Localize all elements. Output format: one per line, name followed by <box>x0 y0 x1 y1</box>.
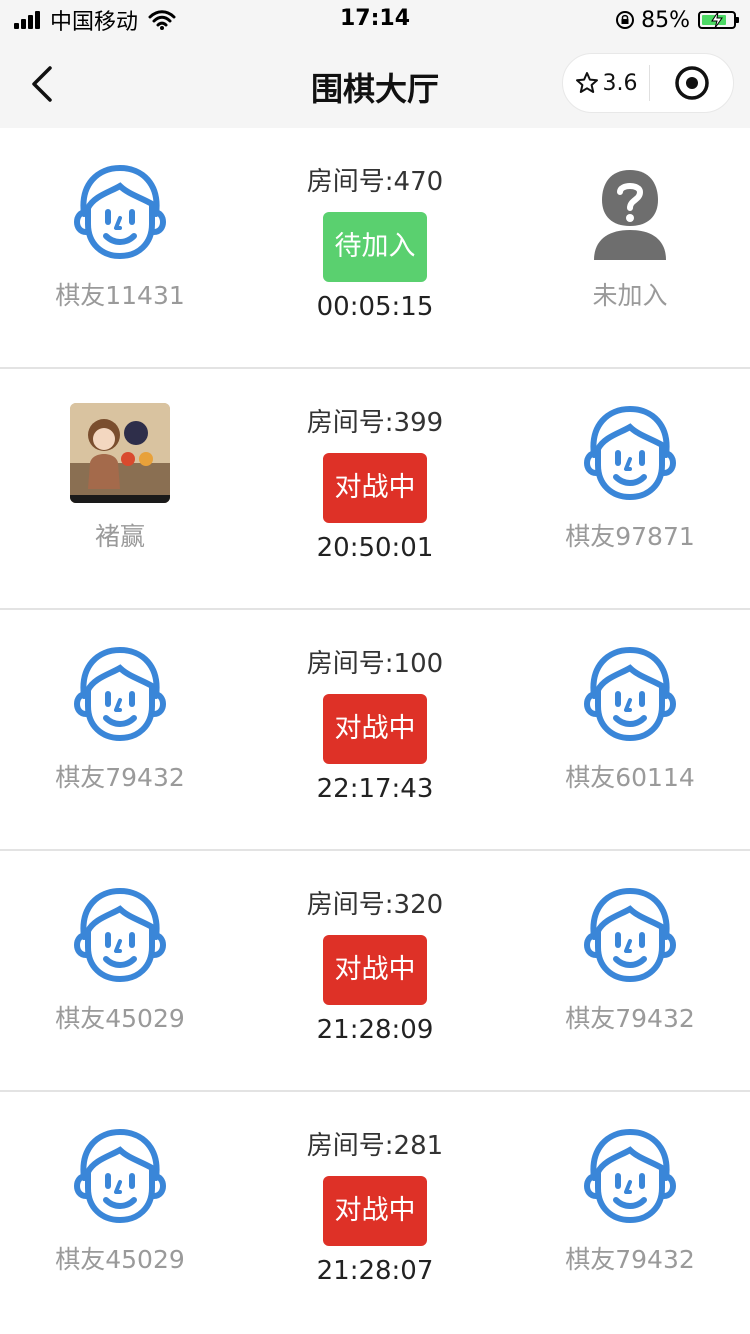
right-player[interactable]: 棋友60114 <box>510 644 750 794</box>
room-list: 棋友11431 房间号:470 待加入 00:05:15 未加入 褚赢 房间号:… <box>0 128 750 1333</box>
rating-button[interactable]: 3.6 <box>563 53 649 113</box>
status-right: 85% <box>615 6 739 34</box>
player-name: 棋友79432 <box>55 763 185 792</box>
right-player[interactable]: 棋友97871 <box>510 403 750 553</box>
room-number: 房间号:281 <box>306 1131 444 1161</box>
room-timer: 21:28:07 <box>316 1256 434 1286</box>
room-timer: 22:17:43 <box>316 774 434 804</box>
close-miniprogram-button[interactable] <box>650 53 733 113</box>
player-name: 棋友79432 <box>565 1004 695 1033</box>
join-room-button[interactable]: 待加入 <box>323 212 427 282</box>
default-avatar-icon <box>580 1126 680 1226</box>
user-photo-avatar <box>70 403 170 503</box>
room-info: 房间号:320 对战中 21:28:09 <box>245 887 505 1045</box>
player-name: 棋友45029 <box>55 1245 185 1274</box>
navigation-bar: 围棋大厅 3.6 <box>0 40 750 128</box>
right-player[interactable]: 棋友79432 <box>510 885 750 1035</box>
room-number: 房间号:399 <box>306 408 444 438</box>
left-player[interactable]: 棋友45029 <box>0 885 240 1035</box>
player-name: 棋友11431 <box>55 281 185 310</box>
right-player[interactable]: 棋友79432 <box>510 1126 750 1276</box>
player-name: 褚赢 <box>94 522 145 551</box>
right-player[interactable]: 未加入 <box>510 162 750 312</box>
default-avatar-icon <box>70 162 170 262</box>
room-timer: 21:28:09 <box>316 1015 434 1045</box>
orientation-lock-icon <box>616 11 635 29</box>
player-name: 棋友97871 <box>565 522 695 551</box>
player-name: 棋友45029 <box>55 1004 185 1033</box>
status-bar: 中国移动 17:14 85% <box>0 0 750 40</box>
room-info: 房间号:470 待加入 00:05:15 <box>245 164 505 322</box>
watch-game-button[interactable]: 对战中 <box>323 453 427 523</box>
default-avatar-icon <box>70 885 170 985</box>
unknown-user-icon <box>594 170 666 260</box>
left-player[interactable]: 褚赢 <box>0 403 240 553</box>
room-number: 房间号:100 <box>306 649 444 679</box>
player-name: 未加入 <box>592 281 668 310</box>
watch-game-button[interactable]: 对战中 <box>323 1176 427 1246</box>
default-avatar-icon <box>70 1126 170 1226</box>
room-info: 房间号:100 对战中 22:17:43 <box>245 646 505 804</box>
player-name: 棋友79432 <box>565 1245 695 1274</box>
default-avatar-icon <box>580 644 680 744</box>
room-timer: 00:05:15 <box>316 292 434 322</box>
left-player[interactable]: 棋友45029 <box>0 1126 240 1276</box>
room-card[interactable]: 棋友45029 房间号:281 对战中 21:28:07 棋友79432 <box>0 1092 750 1333</box>
left-player[interactable]: 棋友79432 <box>0 644 240 794</box>
room-card[interactable]: 棋友79432 房间号:100 对战中 22:17:43 棋友60114 <box>0 610 750 851</box>
default-avatar-icon <box>580 403 680 503</box>
default-avatar-icon <box>580 885 680 985</box>
battery-percent: 85% <box>641 7 690 33</box>
star-icon <box>575 72 598 93</box>
room-number: 房间号:470 <box>306 167 444 197</box>
room-number: 房间号:320 <box>306 890 444 920</box>
room-card[interactable]: 棋友45029 房间号:320 对战中 21:28:09 棋友79432 <box>0 851 750 1092</box>
mini-program-capsule: 3.6 <box>562 53 734 113</box>
room-timer: 20:50:01 <box>316 533 434 563</box>
battery-icon <box>698 11 739 29</box>
room-card[interactable]: 褚赢 房间号:399 对战中 20:50:01 棋友97871 <box>0 369 750 610</box>
watch-game-button[interactable]: 对战中 <box>323 935 427 1005</box>
player-name: 棋友60114 <box>565 763 695 792</box>
rating-value: 3.6 <box>602 70 638 96</box>
room-info: 房间号:281 对战中 21:28:07 <box>245 1128 505 1286</box>
room-card[interactable]: 棋友11431 房间号:470 待加入 00:05:15 未加入 <box>0 128 750 369</box>
default-avatar-icon <box>70 644 170 744</box>
target-icon <box>674 66 709 100</box>
left-player[interactable]: 棋友11431 <box>0 162 240 312</box>
room-info: 房间号:399 对战中 20:50:01 <box>245 405 505 563</box>
watch-game-button[interactable]: 对战中 <box>323 694 427 764</box>
